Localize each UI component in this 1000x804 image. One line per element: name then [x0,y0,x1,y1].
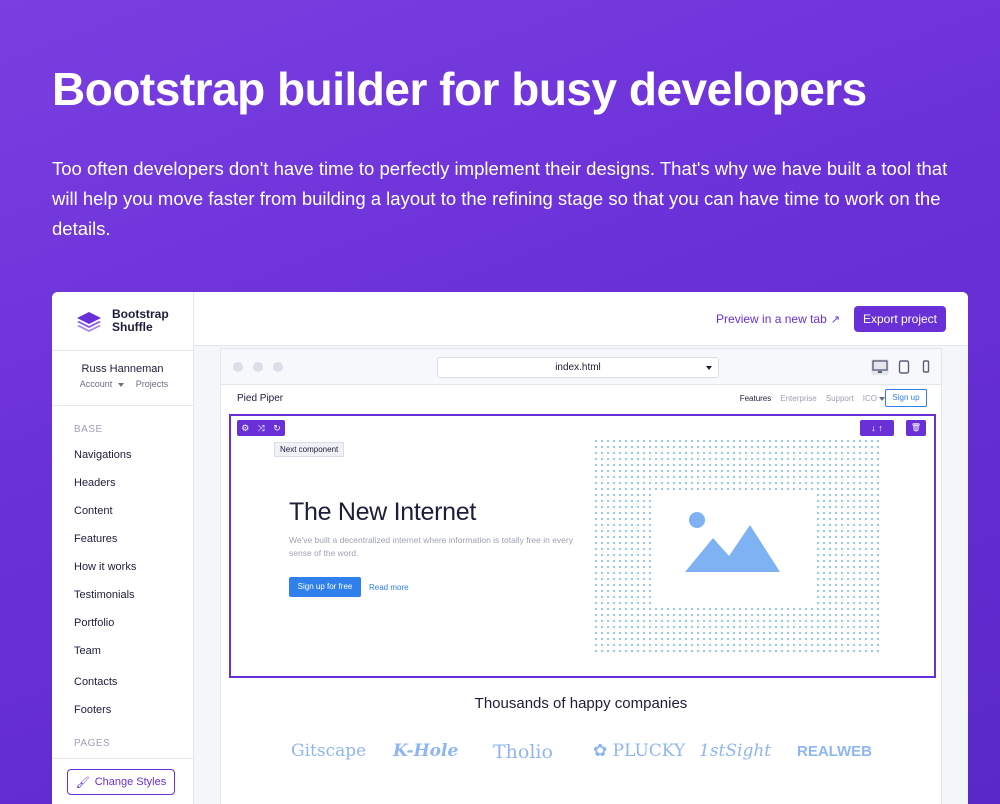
next-component-icon[interactable]: ↻ [273,423,281,434]
settings-icon[interactable]: ⚙ [241,423,249,434]
caret-down-icon [706,366,712,370]
layers-logo-icon [77,312,101,332]
arrow-down-icon[interactable]: ↓ [871,423,876,433]
shuffle-icon[interactable]: ⤨ [258,423,265,434]
user-block: Russ Hanneman Account Projects [52,350,193,406]
company-logo: Tholio [493,741,553,763]
section-pages: PAGES [74,738,111,749]
image-icon [685,512,780,572]
preview-nav-ico[interactable]: ICO [863,394,885,403]
desktop-icon[interactable] [871,359,889,375]
change-styles-button[interactable]: 🖌 Change Styles [67,769,175,795]
preview-new-tab-link[interactable]: Preview in a new tab ↗ [716,312,840,326]
hero-description: Too often developers don't have time to … [52,158,948,239]
preview-nav-features[interactable]: Features [740,394,772,403]
paw-icon: ✿ [593,741,613,761]
mobile-icon[interactable] [921,359,931,375]
arrow-up-icon[interactable]: ↑ [878,423,883,433]
trash-icon[interactable]: 🗑 [906,420,926,436]
export-project-button[interactable]: Export project [854,306,946,332]
caret-down-icon [118,382,125,387]
sidebar-item-how-it-works[interactable]: How it works [74,561,136,573]
browser-frame: index.html Pied Piper Features Enterpris… [220,348,942,804]
preview-brand[interactable]: Pied Piper [237,393,283,404]
brush-icon: 🖌 [75,776,90,789]
sidebar-item-content[interactable]: Content [74,505,113,517]
image-placeholder [655,490,815,604]
app-window: Bootstrap Shuffle Russ Hanneman Account … [52,292,968,804]
preview-navbar: Pied Piper Features Enterprise Support I… [221,385,941,413]
component-toolbar: ⚙ ⤨ ↻ [237,420,285,436]
preview-hero-text: We've built a decentralized internet whe… [289,535,573,558]
sidebar-item-portfolio[interactable]: Portfolio [74,617,114,629]
move-buttons: ↓ ↑ [860,420,894,436]
browser-bar: index.html [221,349,941,385]
section-base: BASE [74,424,103,435]
user-name: Russ Hanneman [81,363,164,375]
preview-nav-support[interactable]: Support [826,394,854,403]
page-select[interactable]: index.html [437,357,719,378]
sidebar-item-features[interactable]: Features [74,533,117,545]
company-logo: ✿ PLUCKY [593,741,686,761]
sidebar-item-testimonials[interactable]: Testimonials [74,589,135,601]
topbar: Preview in a new tab ↗ Export project [194,292,968,346]
sidebar-item-navigations[interactable]: Navigations [74,449,131,461]
company-logo: REALWEB [797,743,872,760]
tooltip: Next component [274,442,345,457]
hero-title: Bootstrap builder for busy developers [52,63,867,115]
sidebar-item-contacts[interactable]: Contacts [74,676,117,688]
sidebar-item-team[interactable]: Team [74,645,101,657]
selected-component[interactable]: ⚙ ⤨ ↻ Next component ↓ ↑ 🗑 The New Inter… [229,414,936,678]
window-dot [233,362,243,372]
brand-name: Bootstrap Shuffle [112,307,169,334]
external-link-icon: ↗ [830,314,840,326]
preview-hero-heading: The New Internet [289,498,476,526]
company-logo: 1stSight [699,741,772,761]
sidebar-item-headers[interactable]: Headers [74,477,116,489]
preview-read-more-link[interactable]: Read more [369,583,409,592]
divider [52,758,193,759]
company-logo: Gitscape [291,741,367,761]
tablet-icon[interactable] [898,359,910,375]
main-area: Preview in a new tab ↗ Export project ind… [194,292,968,804]
window-dot [253,362,263,372]
preview-signup-free-button[interactable]: Sign up for free [289,577,361,597]
account-dropdown[interactable]: Account [77,379,128,389]
brand[interactable]: Bootstrap Shuffle [74,306,182,336]
company-logo: K-Hole [393,741,459,761]
projects-link[interactable]: Projects [136,379,169,389]
preview-signup-button[interactable]: Sign up [885,389,927,407]
sidebar: Bootstrap Shuffle Russ Hanneman Account … [52,292,194,804]
companies-title: Thousands of happy companies [474,695,688,712]
sidebar-item-footers[interactable]: Footers [74,704,111,716]
window-dot [273,362,283,372]
preview-nav-enterprise[interactable]: Enterprise [780,394,816,403]
